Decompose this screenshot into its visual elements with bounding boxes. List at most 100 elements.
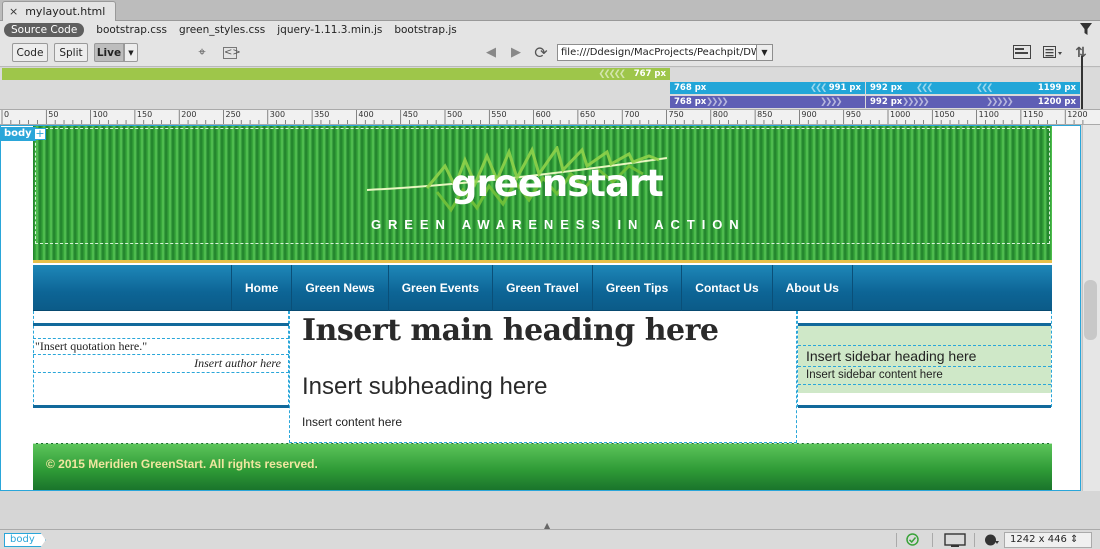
ruler-label: 100 <box>92 110 108 119</box>
refresh-icon[interactable]: ⟳ <box>533 45 549 61</box>
filter-icon[interactable] <box>1080 23 1092 36</box>
media-query-label: 992 px <box>870 83 903 93</box>
media-query-992-1199[interactable]: 992 px ❮❮❮ ❮❮❮ 1199 px <box>866 82 1080 94</box>
left-column-aside[interactable]: "Insert quotation here." Insert author h… <box>33 311 289 408</box>
tag-selector-body[interactable]: body <box>4 533 46 547</box>
ruler-label: 650 <box>579 110 596 119</box>
page-header[interactable]: greenstart GREEN AWARENESS IN ACTION <box>33 126 1052 263</box>
subheading[interactable]: Insert subheading here <box>302 373 548 401</box>
file-management-icon[interactable] <box>1043 45 1063 61</box>
split-view-button[interactable]: Split <box>54 43 88 62</box>
related-file-bootstrap-css[interactable]: bootstrap.css <box>96 24 167 36</box>
quotation-text[interactable]: "Insert quotation here." <box>33 338 289 355</box>
media-query-label: 992 px <box>870 97 903 107</box>
ruler-label: 50 <box>48 110 59 119</box>
close-tab-icon[interactable]: × <box>9 5 18 18</box>
media-query-max-767[interactable]: ❮❮❮❮❮ 767 px <box>2 68 670 80</box>
no-errors-check-icon[interactable] <box>906 533 919 546</box>
document-tab[interactable]: × mylayout.html <box>2 1 116 21</box>
content-paragraph[interactable]: Insert content here <box>302 415 402 429</box>
media-query-min-768[interactable]: 768 px ❯❯❯❯ ❯❯❯❯ <box>670 96 865 108</box>
media-query-bar-area: ❮❮❮❮❮ 767 px 768 px ❮❮❮ 991 px 992 px ❮❮… <box>0 68 1100 109</box>
nav-item-green-events[interactable]: Green Events <box>389 265 494 311</box>
code-view-button[interactable]: Code <box>12 43 48 62</box>
right-sidebar[interactable]: Insert sidebar heading here Insert sideb… <box>797 311 1052 408</box>
media-query-label: 1200 px <box>1037 97 1076 107</box>
media-query-768-991[interactable]: 768 px ❮❮❮ 991 px <box>670 82 865 94</box>
nav-item-green-travel[interactable]: Green Travel <box>493 265 593 311</box>
ruler-label: 550 <box>491 110 507 119</box>
horizontal-ruler: 0 50 100 150 200 250 300 350 400 450 500 550 600 650 7… <box>0 109 1100 125</box>
add-class-plus-icon[interactable]: + <box>34 128 46 140</box>
inspect-target-icon[interactable]: ⌖ <box>194 45 210 61</box>
media-query-label: 768 px <box>674 97 707 107</box>
nav-list: Home Green News Green Events Green Trave… <box>231 265 853 311</box>
main-heading[interactable]: Insert main heading here <box>302 313 719 348</box>
media-query-label: 767 px <box>633 69 666 79</box>
media-query-label: 991 px <box>828 83 861 93</box>
ruler-label: 1150 <box>1022 110 1044 119</box>
logo-text: greenstart <box>451 162 664 205</box>
left-column-top-rule <box>33 323 289 326</box>
ruler-label: 850 <box>757 110 773 119</box>
ruler-label: 150 <box>136 110 153 119</box>
ruler-label: 950 <box>845 110 861 119</box>
back-arrow-icon[interactable]: ◀ <box>483 45 499 61</box>
ruler-label: 500 <box>447 110 463 119</box>
tagline: GREEN AWARENESS IN ACTION <box>371 217 746 232</box>
ruler-label: 800 <box>712 110 729 119</box>
ruler-label: 450 <box>402 110 418 119</box>
ruler-label: 400 <box>358 110 374 119</box>
status-bar: body 1242 x 446 ⇕ <box>0 529 1100 549</box>
ruler-label: 1100 <box>978 110 999 119</box>
live-view-canvas[interactable]: greenstart GREEN AWARENESS IN ACTION Hom… <box>0 125 1081 491</box>
ruler-label: 1000 <box>890 110 911 119</box>
ruler-label: 750 <box>668 110 684 119</box>
main-content-section[interactable]: Insert main heading here Insert subheadi… <box>289 311 797 443</box>
main-navigation: Home Green News Green Events Green Trave… <box>33 265 1052 311</box>
layout-toggle-icon[interactable] <box>1013 45 1031 61</box>
related-file-bootstrap-js[interactable]: bootstrap.js <box>394 24 456 36</box>
address-dropdown[interactable]: ▼ <box>757 44 773 61</box>
forward-arrow-icon[interactable]: ▶ <box>508 45 524 61</box>
media-query-label: 1199 px <box>1037 83 1076 93</box>
code-navigator-icon[interactable]: <> <box>223 47 241 59</box>
sidebar-content[interactable]: Insert sidebar content here <box>798 367 1051 385</box>
page-footer[interactable]: © 2015 Meridien GreenStart. All rights r… <box>33 443 1052 490</box>
element-tag-body[interactable]: body <box>0 127 36 141</box>
quotation-author[interactable]: Insert author here <box>33 355 289 373</box>
address-field[interactable]: file:///Ddesign/MacProjects/Peachpit/DWC… <box>557 44 757 61</box>
ruler-label: 700 <box>624 110 640 119</box>
related-file-source-code[interactable]: Source Code <box>4 23 85 37</box>
media-query-min-992[interactable]: 992 px ❯❯❯❯❯ ❯❯❯❯❯ 1200 px <box>866 96 1080 108</box>
ruler-label: 1050 <box>934 110 955 119</box>
ruler-label: 200 <box>181 110 197 119</box>
nav-item-green-tips[interactable]: Green Tips <box>593 265 683 311</box>
ruler-label: 1200 <box>1067 110 1088 119</box>
nav-item-green-news[interactable]: Green News <box>292 265 389 311</box>
ruler-label: 600 <box>535 110 551 119</box>
document-toolbar: Code Split Live ▼ ⌖ <> ◀ ▶ ⟳ file:///Dde… <box>0 39 1100 67</box>
ruler-label: 900 <box>801 110 817 119</box>
live-view-button[interactable]: Live <box>94 43 124 62</box>
nav-item-home[interactable]: Home <box>232 265 293 311</box>
status-divider <box>896 533 897 547</box>
live-options-dropdown[interactable]: ▼ <box>124 43 138 62</box>
related-file-jquery[interactable]: jquery-1.11.3.min.js <box>277 24 382 36</box>
related-files-bar: Source Code bootstrap.css green_styles.c… <box>0 21 1100 39</box>
window-size-icon[interactable] <box>944 533 966 547</box>
ruler-label: 0 <box>4 110 10 119</box>
status-divider <box>932 533 933 547</box>
window-size-dropdown[interactable]: 1242 x 446 ⇕ <box>1004 532 1092 548</box>
nav-item-about-us[interactable]: About Us <box>773 265 853 311</box>
ruler-label: 250 <box>225 110 241 119</box>
scrollbar-thumb[interactable] <box>1084 280 1097 340</box>
sidebar-bottom-rule <box>798 405 1051 408</box>
related-file-green-styles[interactable]: green_styles.css <box>179 24 265 36</box>
document-tab-bar: × mylayout.html <box>0 0 1100 21</box>
media-query-label: 768 px <box>674 83 707 93</box>
footer-copyright[interactable]: © 2015 Meridien GreenStart. All rights r… <box>46 457 318 471</box>
preview-globe-icon[interactable] <box>984 533 1000 547</box>
nav-item-contact-us[interactable]: Contact Us <box>682 265 773 311</box>
sidebar-heading[interactable]: Insert sidebar heading here <box>798 345 1051 367</box>
